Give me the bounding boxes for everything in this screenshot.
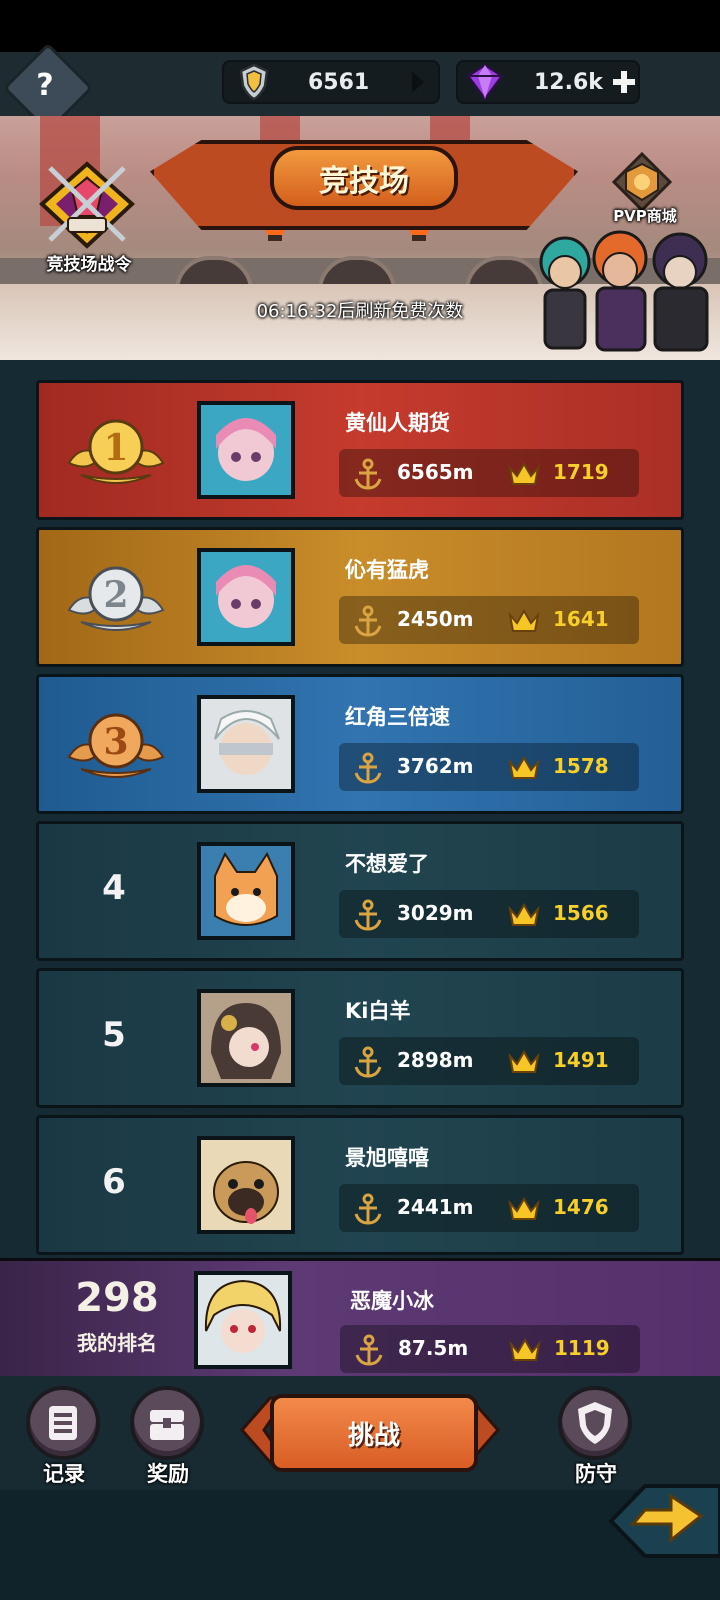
player-distance: 6565m [397,460,474,484]
player-name: 黄仙人期货 [345,411,450,435]
ranking-row[interactable]: 5 Ki白羊 2898m 1491 [36,968,684,1108]
shield-icon [578,1402,612,1444]
anchor-icon [354,605,382,637]
ranking-row[interactable]: 3 红角三倍速 3762m 1578 [36,674,684,814]
battle-pass-icon[interactable] [32,160,142,250]
refresh-timer: 06:16:32后刷新免费次数 [256,301,464,322]
arrow-right-icon [412,71,424,93]
next-arrow-button[interactable] [605,1478,720,1564]
my-avatar[interactable] [194,1271,292,1369]
crown-icon [509,1338,541,1361]
player-name: 景旭嘻嘻 [345,1146,429,1170]
player-name: 伈有猛虎 [345,558,429,582]
crown-icon [508,462,540,485]
anchor-icon [354,752,382,784]
pvp-shop-icon[interactable] [612,152,672,212]
rewards-button[interactable] [130,1386,204,1460]
player-score: 1566 [553,901,609,925]
player-stats: 3029m 1566 [339,890,639,938]
player-distance: 2450m [397,607,474,631]
anchor-icon [355,1334,383,1366]
top-black-band [0,0,720,52]
my-distance: 87.5m [398,1336,469,1360]
player-avatar[interactable] [197,1136,295,1234]
records-label[interactable]: 记录 [14,1458,114,1488]
player-name: 红角三倍速 [345,705,450,729]
silver-medal-icon: 2 [67,566,165,631]
ranking-row[interactable]: 4 不想爱了 3029m 1566 [36,821,684,961]
bronze-medal-icon: 3 [67,713,165,778]
anchor-icon [354,1193,382,1225]
anchor-icon [354,1046,382,1078]
crown-icon [508,1050,540,1073]
anchor-icon [354,899,382,931]
shield-value: 6561 [308,69,370,95]
shield-resource-pill: 6561 [222,60,440,104]
player-avatar[interactable] [197,989,295,1087]
player-stats: 6565m 1719 [339,449,639,497]
player-distance: 3762m [397,754,474,778]
crown-icon [508,756,540,779]
player-avatar[interactable] [197,695,295,793]
help-icon[interactable]: ? [16,56,74,114]
my-player-stats: 87.5m 1119 [340,1325,640,1373]
player-score: 1491 [553,1048,609,1072]
gem-icon [466,63,504,102]
rank-number: 6 [102,1162,126,1202]
my-player-name: 恶魔小冰 [350,1289,434,1313]
rank-number: 4 [102,868,126,908]
my-score: 1119 [554,1336,610,1360]
gem-resource-pill[interactable]: 12.6k [456,60,640,104]
ranking-row[interactable]: 2 伈有猛虎 2450m 1641 [36,527,684,667]
player-stats: 3762m 1578 [339,743,639,791]
medal-rank-number: 1 [103,427,128,469]
defense-button[interactable] [558,1386,632,1460]
player-stats: 2441m 1476 [339,1184,639,1232]
player-score: 1476 [553,1195,609,1219]
plus-icon[interactable] [611,69,637,95]
player-distance: 2441m [397,1195,474,1219]
ranking-row[interactable]: 1 黄仙人期货 6565m 1719 [36,380,684,520]
player-avatar[interactable] [197,401,295,499]
player-distance: 3029m [397,901,474,925]
challenge-button[interactable]: 挑战 [270,1394,478,1472]
my-rank-label: 我的排名 [77,1331,157,1355]
medal-rank-number: 3 [103,721,128,763]
player-avatar[interactable] [197,842,295,940]
player-name: Ki白羊 [345,999,411,1023]
records-button[interactable] [26,1386,100,1460]
player-stats: 2898m 1491 [339,1037,639,1085]
rewards-label[interactable]: 奖励 [118,1458,218,1488]
crown-icon [508,1197,540,1220]
anchor-icon [354,458,382,490]
ranking-row[interactable]: 6 景旭嘻嘻 2441m 1476 [36,1115,684,1255]
arena-title: 竞技场 [319,164,409,199]
records-icon [49,1406,77,1440]
arena-title-plate: 竞技场 [270,146,458,210]
battle-pass-label[interactable]: 竞技场战令 [24,250,154,275]
crown-icon [508,903,540,926]
rank-number: 5 [102,1015,126,1055]
player-score: 1719 [553,460,609,484]
crown-icon [508,609,540,632]
player-distance: 2898m [397,1048,474,1072]
challenge-label: 挑战 [347,1420,400,1451]
my-rank-number: 298 [75,1275,159,1321]
treasure-chest-icon [150,1410,184,1440]
ranking-list[interactable]: 1 黄仙人期货 6565m 1719 2 伈有猛虎 2450m 1641 3 红… [0,360,720,1260]
gold-medal-icon: 1 [67,419,165,484]
gem-value: 12.6k [534,69,603,95]
medal-rank-number: 2 [103,574,128,616]
player-score: 1578 [553,754,609,778]
my-rank-bar: 298 我的排名 恶魔小冰 87.5m 1119 [0,1258,720,1379]
player-name: 不想爱了 [345,852,429,876]
player-avatar[interactable] [197,548,295,646]
player-stats: 2450m 1641 [339,596,639,644]
shield-currency-icon [239,63,269,101]
player-score: 1641 [553,607,609,631]
arena-characters-illustration [539,230,709,352]
